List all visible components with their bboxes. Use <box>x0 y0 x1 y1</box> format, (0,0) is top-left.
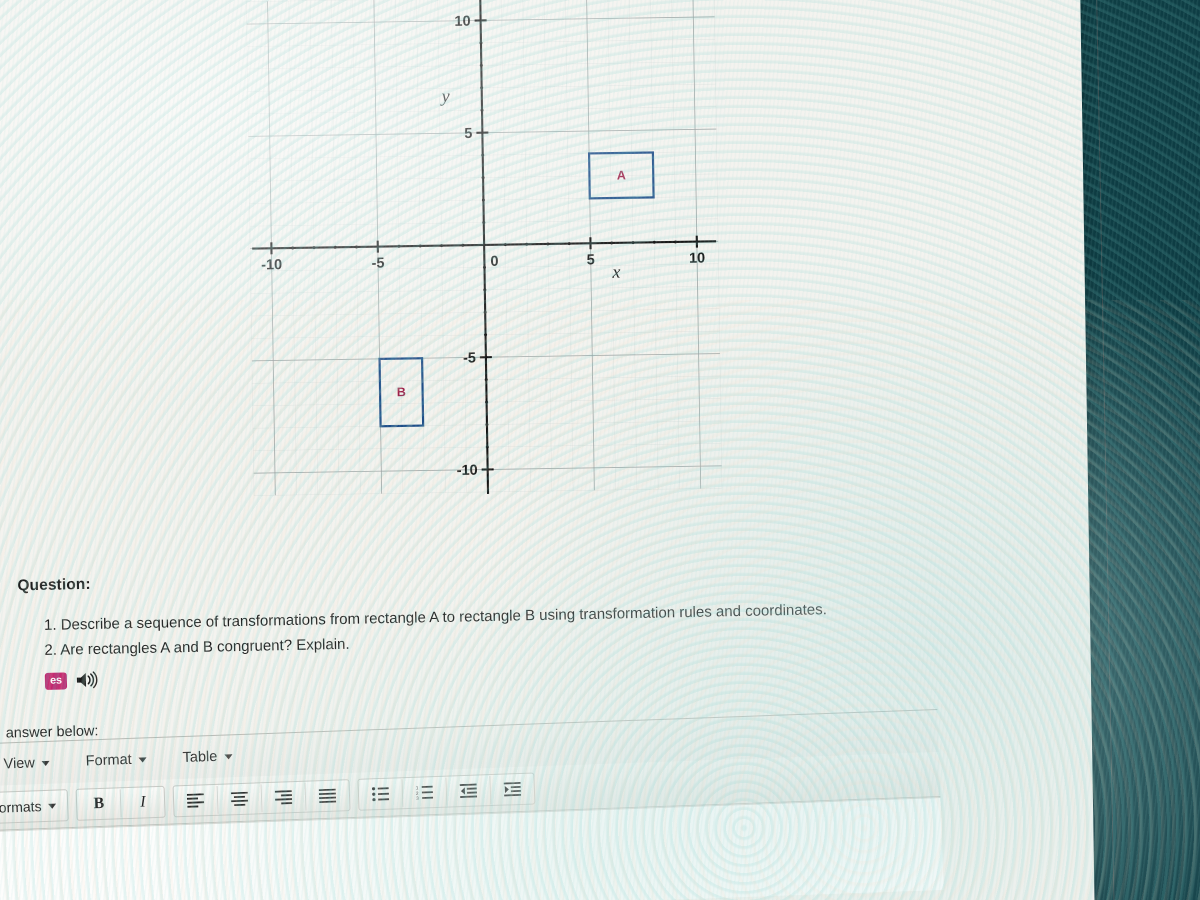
menu-view-label: View <box>3 755 36 773</box>
bullet-list-icon <box>372 787 390 802</box>
svg-text:3: 3 <box>416 796 419 800</box>
chevron-down-icon <box>48 803 57 809</box>
question-heading: Question: <box>17 575 91 595</box>
svg-text:0: 0 <box>490 254 498 270</box>
chevron-down-icon <box>41 760 50 766</box>
chevron-down-icon <box>224 753 233 760</box>
speaker-icon[interactable] <box>76 671 98 689</box>
graph-svg: -10 -5 0 5 10 10 5 -5 -10 y x A B <box>246 0 723 496</box>
align-right-button[interactable] <box>261 782 307 813</box>
shape-label-B: B <box>397 385 406 399</box>
question-block: Question: 1. Describe a sequence of tran… <box>17 561 949 691</box>
svg-text:5: 5 <box>464 126 472 142</box>
indent-button[interactable] <box>491 775 535 805</box>
numbered-list-icon: 1 2 3 <box>416 785 434 800</box>
svg-text:-10: -10 <box>457 463 478 479</box>
spanish-language-badge[interactable]: es <box>44 671 68 690</box>
rich-text-editor: View Format Table ▸ <box>0 709 944 900</box>
menu-table-label: Table <box>182 748 218 767</box>
formats-dropdown[interactable]: Formats <box>0 791 68 822</box>
menu-table[interactable]: Table <box>179 746 235 768</box>
browser-page: -10 -5 0 5 10 10 5 -5 -10 y x A B Question: 1. Descr… <box>0 0 1095 900</box>
svg-text:y: y <box>439 86 449 106</box>
coordinate-plane-graph: -10 -5 0 5 10 10 5 -5 -10 y x A B <box>232 0 732 514</box>
menu-format[interactable]: Format <box>82 749 150 771</box>
numbered-list-button[interactable]: 1 2 3 <box>402 777 448 808</box>
svg-text:-5: -5 <box>463 350 476 366</box>
bullet-list-button[interactable] <box>358 779 404 809</box>
text-style-group: B I <box>75 785 167 821</box>
list-indent-group: 1 2 3 <box>357 772 536 811</box>
bold-button[interactable]: B <box>76 789 122 819</box>
chevron-down-icon <box>138 756 147 763</box>
svg-text:-10: -10 <box>261 257 282 273</box>
align-center-icon <box>231 791 249 807</box>
formats-label: Formats <box>0 798 42 816</box>
svg-text:10: 10 <box>454 14 470 30</box>
outdent-button[interactable] <box>446 776 492 806</box>
svg-text:-5: -5 <box>371 256 384 272</box>
indent-icon <box>503 781 522 797</box>
svg-text:10: 10 <box>689 250 705 266</box>
menu-view[interactable]: View <box>0 753 53 775</box>
outdent-icon <box>460 783 478 798</box>
align-center-button[interactable] <box>217 784 263 814</box>
alignment-group <box>172 779 351 818</box>
menu-format-label: Format <box>85 751 132 770</box>
svg-text:5: 5 <box>587 252 595 268</box>
shape-label-A: A <box>617 168 626 182</box>
justify-icon <box>319 788 337 803</box>
photographed-screen: -10 -5 0 5 10 10 5 -5 -10 y x A B Question: 1. Descr… <box>0 0 1200 900</box>
align-right-icon <box>275 790 293 805</box>
svg-text:x: x <box>611 262 620 282</box>
align-left-icon <box>187 793 205 808</box>
align-left-button[interactable] <box>173 785 219 816</box>
formats-group: Formats <box>0 789 70 825</box>
italic-button[interactable]: I <box>121 788 165 818</box>
justify-button[interactable] <box>306 781 350 811</box>
svg-text:1: 1 <box>416 785 419 790</box>
